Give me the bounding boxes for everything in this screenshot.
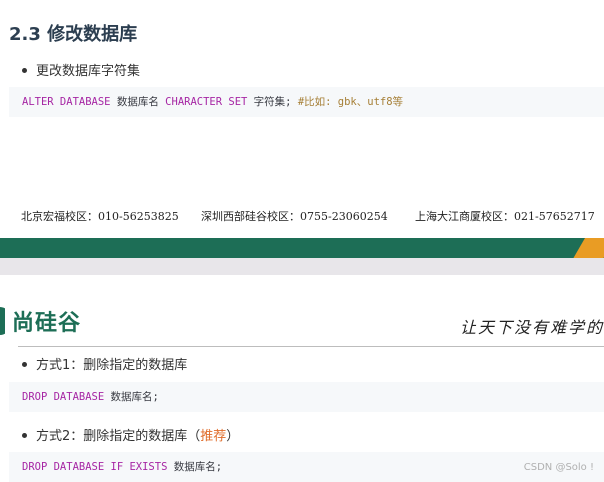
code-keyword: ALTER DATABASE	[22, 96, 111, 108]
header-divider	[18, 346, 604, 347]
bullet-dot	[22, 433, 27, 438]
code-keyword: DROP DATABASE	[22, 391, 105, 403]
code-block-drop: DROP DATABASE 数据库名;	[9, 382, 604, 412]
brand-logo: 尚硅谷	[0, 304, 81, 338]
recommended-label: 推荐	[200, 429, 227, 444]
bullet-text-suffix: ）	[226, 429, 240, 444]
footer-green-band	[0, 238, 604, 258]
code-text: 数据库名;	[104, 391, 159, 403]
bullet-text: 更改数据库字符集	[36, 64, 141, 79]
slide-separator	[0, 258, 604, 275]
code-block-alter: ALTER DATABASE 数据库名 CHARACTER SET 字符集; #…	[9, 87, 604, 117]
address-shanghai: 上海大江商厦校区：021-57652717	[415, 210, 595, 223]
logo-mark-icon	[0, 307, 10, 335]
code-block-drop-if-exists: DROP DATABASE IF EXISTS 数据库名;	[9, 452, 604, 482]
bullet-text: 方式2：删除指定的数据库（	[36, 429, 201, 444]
address-beijing: 北京宏福校区：010-56253825	[21, 210, 179, 223]
bullet-drop-method2: 方式2：删除指定的数据库（推荐）	[22, 425, 239, 444]
address-shenzhen: 深圳西部硅谷校区：0755-23060254	[201, 210, 388, 223]
bullet-change-charset: 更改数据库字符集	[22, 60, 140, 79]
bullet-dot	[22, 68, 27, 73]
code-text: 字符集;	[247, 96, 298, 108]
bullet-text: 方式1：删除指定的数据库	[36, 358, 188, 373]
logo-text: 尚硅谷	[12, 311, 82, 336]
code-keyword: DROP DATABASE IF EXISTS	[22, 461, 168, 473]
watermark: CSDN @Solo !	[523, 462, 594, 473]
brand-slogan: 让天下没有难学的	[459, 318, 604, 337]
section-heading: 2.3 修改数据库	[9, 24, 138, 45]
code-text: 数据库名;	[167, 461, 223, 473]
code-keyword: CHARACTER SET	[165, 96, 248, 108]
bullet-dot	[22, 362, 27, 367]
bullet-drop-method1: 方式1：删除指定的数据库	[22, 354, 187, 373]
code-text: 数据库名	[110, 96, 166, 108]
code-comment: #比如: gbk、utf8等	[297, 96, 404, 108]
